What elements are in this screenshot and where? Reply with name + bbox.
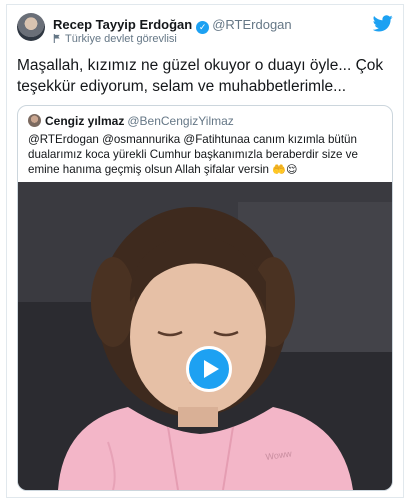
- tweet-header: Recep Tayyip Erdoğan ✓ @RTErdogan Türkiye …: [17, 11, 393, 51]
- author-avatar[interactable]: [17, 13, 45, 41]
- video-thumbnail: Woww: [18, 182, 392, 490]
- author-display-name[interactable]: Recep Tayyip Erdoğan: [53, 17, 192, 32]
- author-label: Türkiye devlet görevlisi: [65, 33, 177, 45]
- quoted-tweet[interactable]: Cengiz yılmaz @BenCengizYilmaz @RTErdogan…: [17, 105, 393, 491]
- quoted-text: @RTErdogan @osmannurika @Fatihtunaa canı…: [28, 133, 358, 176]
- video-player[interactable]: Woww: [18, 182, 392, 490]
- flag-icon: [53, 34, 60, 43]
- quoted-handle[interactable]: @BenCengizYilmaz: [127, 114, 233, 128]
- author-name-row: Recep Tayyip Erdoğan ✓ @RTErdogan: [53, 17, 292, 34]
- quoted-avatar[interactable]: [28, 114, 41, 127]
- quoted-text-block: @RTErdogan @osmannurika @Fatihtunaa canı…: [28, 132, 382, 178]
- quoted-emojis: 🤲😌: [272, 164, 298, 176]
- play-button[interactable]: [186, 346, 232, 392]
- quoted-header: Cengiz yılmaz @BenCengizYilmaz: [28, 114, 234, 128]
- tweet-card: Recep Tayyip Erdoğan ✓ @RTErdogan Türkiye …: [6, 4, 404, 498]
- author-handle[interactable]: @RTErdogan: [212, 17, 291, 32]
- author-label-row: Türkiye devlet görevlisi: [53, 33, 177, 45]
- play-icon: [204, 360, 219, 378]
- verified-badge-icon: ✓: [196, 21, 210, 34]
- twitter-bird-icon[interactable]: [373, 15, 393, 32]
- quoted-display-name[interactable]: Cengiz yılmaz: [45, 114, 124, 128]
- tweet-text: Maşallah, kızımız ne güzel okuyor o duay…: [17, 57, 384, 95]
